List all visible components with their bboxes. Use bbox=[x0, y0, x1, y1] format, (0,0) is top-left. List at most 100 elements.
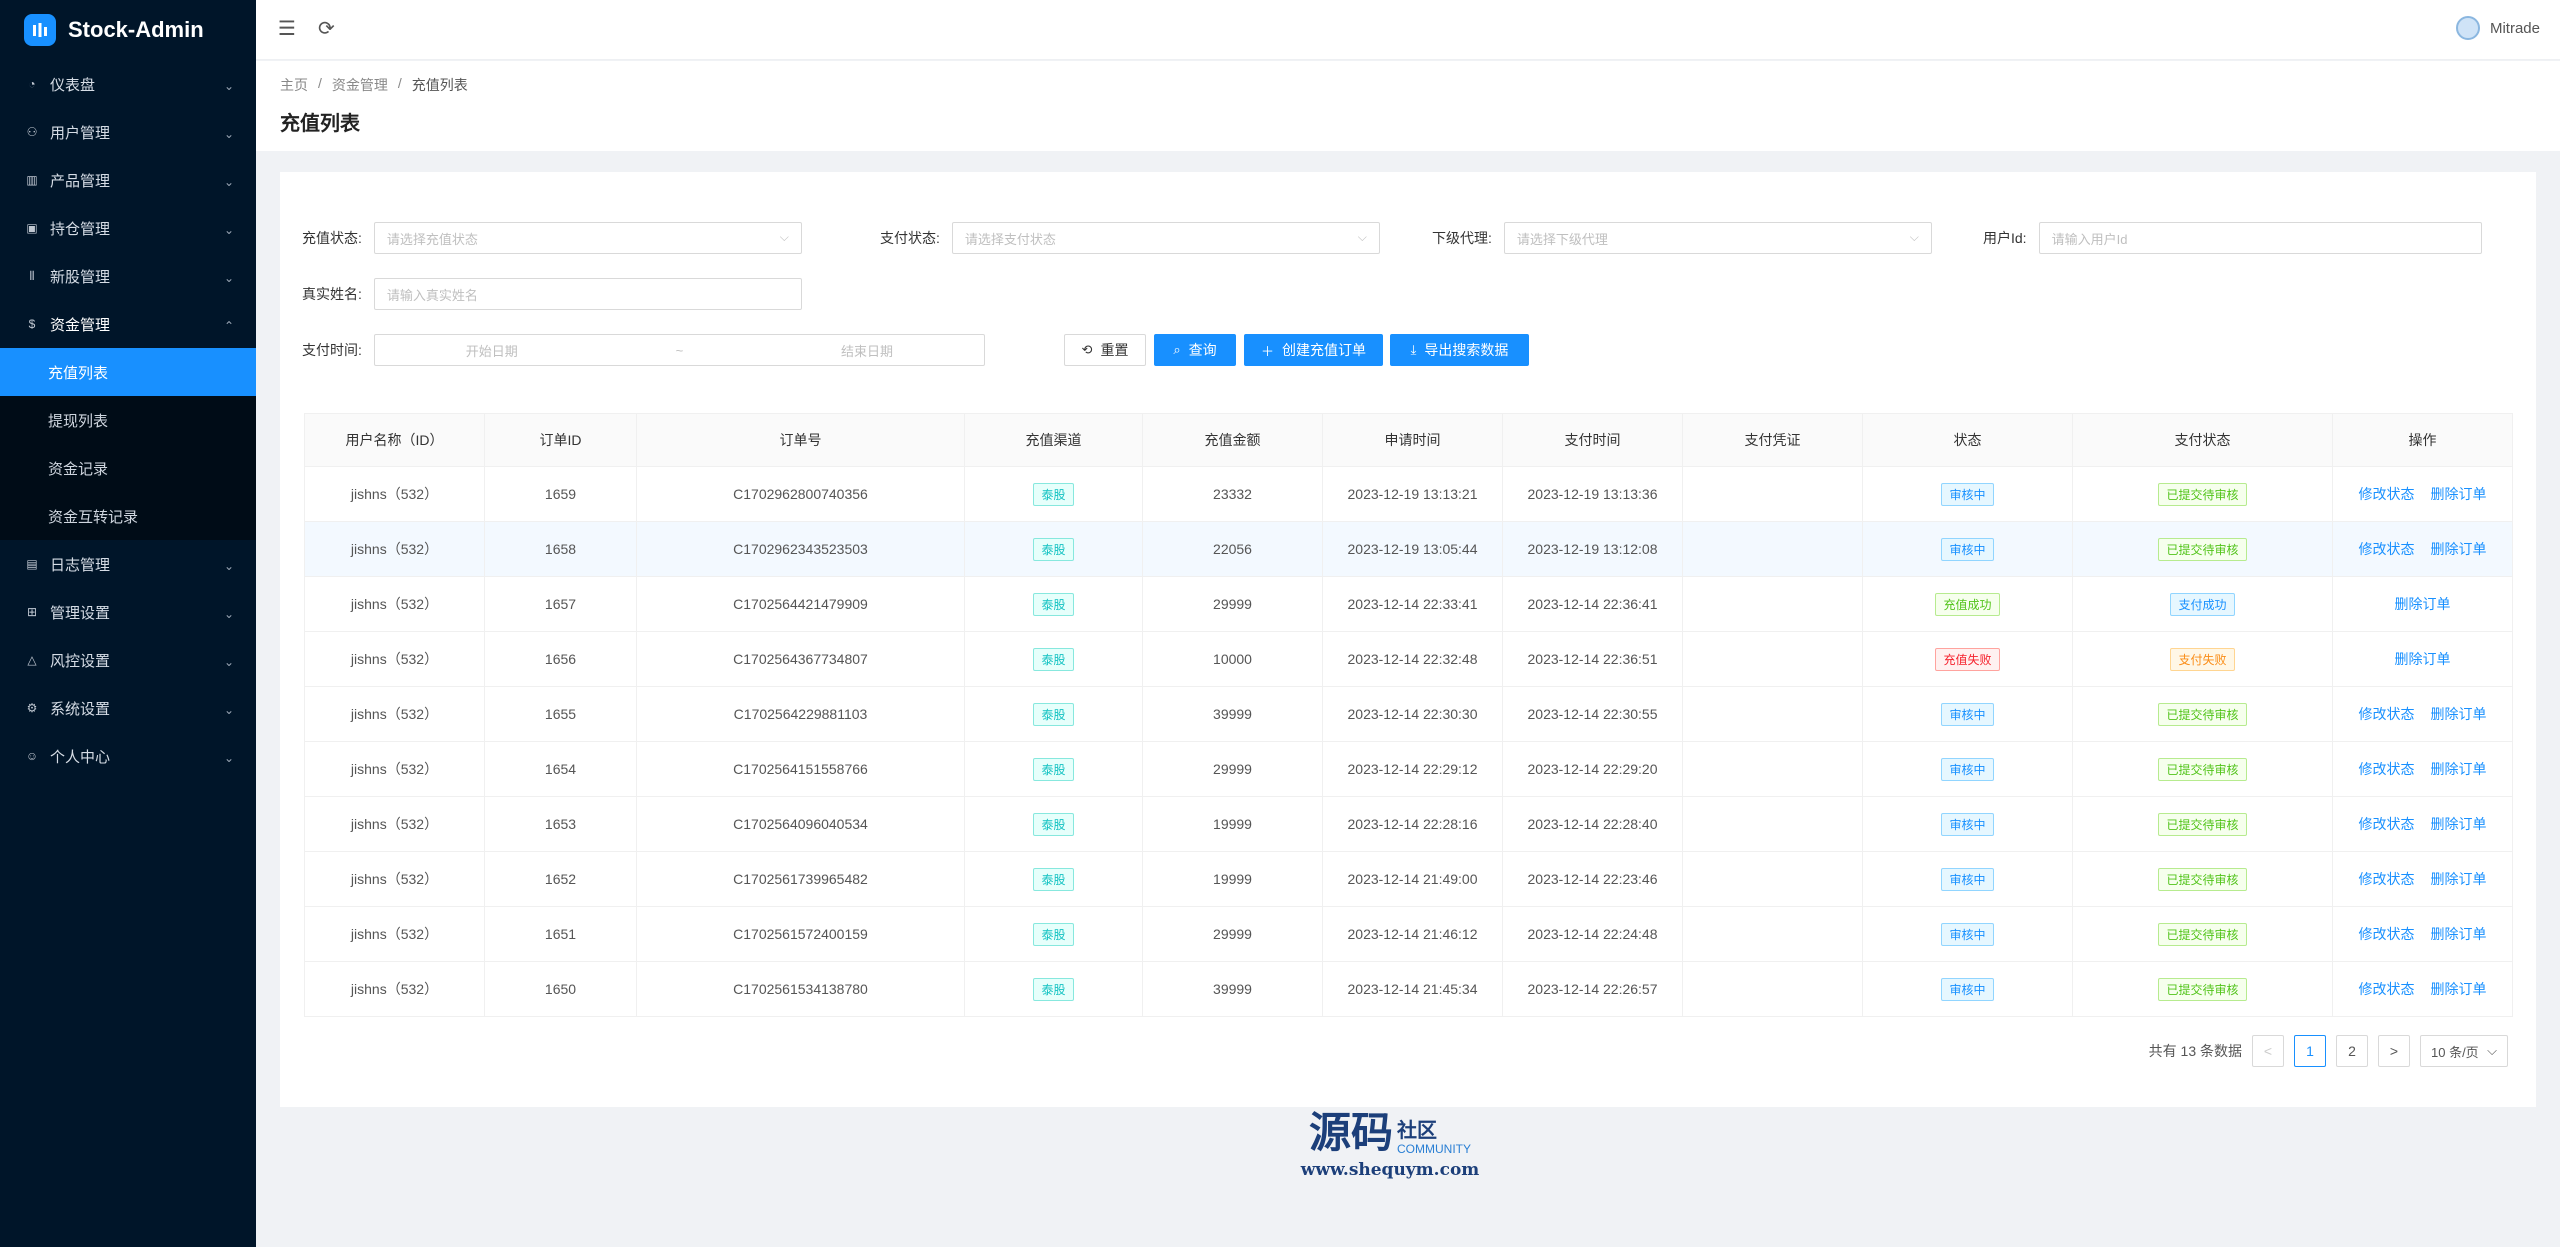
delete-order-link[interactable]: 删除订单 bbox=[2431, 981, 2487, 997]
edit-status-link[interactable]: 修改状态 bbox=[2359, 486, 2415, 502]
table-row[interactable]: jishns（532） 1653 C1702564096040534 泰股 19999 2… bbox=[304, 796, 2513, 852]
create-order-button[interactable]: ＋创建充值订单 bbox=[1244, 334, 1383, 366]
cell-status: 审核中 bbox=[1862, 961, 2073, 1017]
chevron-down-icon: ⌄ bbox=[224, 223, 235, 237]
cell-order-id: 1651 bbox=[484, 906, 637, 962]
delete-order-link[interactable]: 删除订单 bbox=[2431, 706, 2487, 722]
edit-status-link[interactable]: 修改状态 bbox=[2359, 541, 2415, 557]
sidebar-item-10[interactable]: ☺ 个人中心 ⌄ bbox=[0, 732, 256, 780]
table-row[interactable]: jishns（532） 1652 C1702561739965482 泰股 19999 2… bbox=[304, 851, 2513, 907]
chevron-down-icon: ⌵ bbox=[779, 230, 789, 244]
watermark: 源码 社区 COMMUNITY www.shequym.com bbox=[1290, 1110, 1490, 1181]
sidebar-item-9[interactable]: ⚙ 系统设置 ⌄ bbox=[0, 684, 256, 732]
submenu-item-2[interactable]: 资金记录 bbox=[0, 444, 256, 492]
edit-status-link[interactable]: 修改状态 bbox=[2359, 706, 2415, 722]
cell-channel: 泰股 bbox=[964, 576, 1143, 632]
table-header: 用户名称（ID） 订单ID 订单号 充值渠道 充值金额 申请时间 支付时间 支付凭证 状态 支付状… bbox=[304, 413, 2513, 467]
cell-pay-time: 2023-12-19 13:12:08 bbox=[1502, 521, 1683, 577]
delete-order-link[interactable]: 删除订单 bbox=[2431, 486, 2487, 502]
agent-select[interactable]: 请选择下级代理 ⌵ bbox=[1503, 222, 1932, 254]
table-row[interactable]: jishns（532） 1659 C1702962800740356 泰股 23332 2… bbox=[304, 466, 2513, 522]
reset-button[interactable]: ⟲ 重置 bbox=[1064, 334, 1146, 366]
table-row[interactable]: jishns（532） 1657 C1702564421479909 泰股 29999 2… bbox=[304, 576, 2513, 632]
page-1-button[interactable]: 1 bbox=[2294, 1035, 2326, 1067]
cell-user: jishns（532） bbox=[304, 741, 485, 797]
admin-settings-icon: ⊞ bbox=[26, 605, 38, 619]
sidebar-item-label: 资金管理 bbox=[50, 316, 111, 334]
submenu-item-1[interactable]: 提现列表 bbox=[0, 396, 256, 444]
delete-order-link[interactable]: 删除订单 bbox=[2395, 651, 2451, 667]
cell-order-id: 1656 bbox=[484, 631, 637, 687]
sidebar-item-2[interactable]: ▥ 产品管理 ⌄ bbox=[0, 156, 256, 204]
table-row[interactable]: jishns（532） 1651 C1702561572400159 泰股 29999 2… bbox=[304, 906, 2513, 962]
cell-order-no: C1702962343523503 bbox=[636, 521, 965, 577]
edit-status-link[interactable]: 修改状态 bbox=[2359, 926, 2415, 942]
cell-pay-time: 2023-12-14 22:23:46 bbox=[1502, 851, 1683, 907]
breadcrumb-funds[interactable]: 资金管理 bbox=[332, 75, 388, 95]
export-button[interactable]: ⤓ 导出搜索数据 bbox=[1390, 334, 1529, 366]
chevron-down-icon: ⌄ bbox=[224, 127, 235, 141]
submenu-item-0[interactable]: 充值列表 bbox=[0, 348, 256, 396]
cell-channel: 泰股 bbox=[964, 521, 1143, 577]
channel-tag: 泰股 bbox=[1033, 702, 1074, 726]
delete-order-link[interactable]: 删除订单 bbox=[2431, 926, 2487, 942]
submenu-item-3[interactable]: 资金互转记录 bbox=[0, 492, 256, 540]
table-row[interactable]: jishns（532） 1654 C1702564151558766 泰股 29999 2… bbox=[304, 741, 2513, 797]
sidebar-item-5[interactable]: $ 资金管理 ⌃ bbox=[0, 300, 256, 348]
delete-order-link[interactable]: 删除订单 bbox=[2431, 816, 2487, 832]
cell-user: jishns（532） bbox=[304, 961, 485, 1017]
user-menu[interactable]: Mitrade bbox=[2455, 16, 2540, 40]
user-id-field: 用户Id: 请输入用户Id bbox=[1983, 222, 2482, 254]
position-icon: ▣ bbox=[26, 221, 38, 235]
chevron-down-icon: ⌄ bbox=[224, 175, 235, 189]
end-date[interactable]: 结束日期 bbox=[841, 341, 893, 360]
pay-status-badge: 已提交待审核 bbox=[2158, 812, 2247, 836]
table-row[interactable]: jishns（532） 1655 C1702564229881103 泰股 39999 2… bbox=[304, 686, 2513, 742]
cell-pay-status: 已提交待审核 bbox=[2072, 961, 2333, 1017]
sidebar-item-6[interactable]: ▤ 日志管理 ⌄ bbox=[0, 540, 256, 588]
table-row[interactable]: jishns（532） 1656 C1702564367734807 泰股 10000 2… bbox=[304, 631, 2513, 687]
page-2-button[interactable]: 2 bbox=[2336, 1035, 2368, 1067]
delete-order-link[interactable]: 删除订单 bbox=[2395, 596, 2451, 612]
cell-pay-status: 已提交待审核 bbox=[2072, 686, 2333, 742]
table-row[interactable]: jishns（532） 1658 C1702962343523503 泰股 22056 2… bbox=[304, 521, 2513, 577]
edit-status-link[interactable]: 修改状态 bbox=[2359, 761, 2415, 777]
cell-order-id: 1652 bbox=[484, 851, 637, 907]
real-name-input[interactable]: 请输入真实姓名 bbox=[373, 278, 802, 310]
cell-pay-status: 已提交待审核 bbox=[2072, 521, 2333, 577]
next-page-button[interactable]: > bbox=[2378, 1035, 2410, 1067]
recharge-status-select[interactable]: 请选择充值状态 ⌵ bbox=[373, 222, 802, 254]
delete-order-link[interactable]: 删除订单 bbox=[2431, 761, 2487, 777]
channel-tag: 泰股 bbox=[1033, 482, 1074, 506]
logo[interactable]: Stock-Admin bbox=[0, 0, 256, 60]
delete-order-link[interactable]: 删除订单 bbox=[2431, 871, 2487, 887]
refresh-icon[interactable]: ⟳ bbox=[318, 16, 335, 41]
cell-user: jishns（532） bbox=[304, 631, 485, 687]
start-date[interactable]: 开始日期 bbox=[466, 341, 518, 360]
edit-status-link[interactable]: 修改状态 bbox=[2359, 981, 2415, 997]
menu-fold-icon[interactable]: ☰ bbox=[278, 16, 296, 41]
breadcrumb-home[interactable]: 主页 bbox=[280, 75, 308, 95]
real-name-field: 真实姓名: 请输入真实姓名 bbox=[302, 278, 802, 310]
pay-time-range[interactable]: 开始日期 ~ 结束日期 bbox=[373, 334, 985, 366]
prev-page-button[interactable]: < bbox=[2252, 1035, 2284, 1067]
user-id-input[interactable]: 请输入用户Id bbox=[2038, 222, 2482, 254]
delete-order-link[interactable]: 删除订单 bbox=[2431, 541, 2487, 557]
pay-status-badge: 已提交待审核 bbox=[2158, 757, 2247, 781]
page-size-select[interactable]: 10 条/页 ⌵ bbox=[2420, 1035, 2508, 1067]
cell-voucher bbox=[1682, 466, 1863, 522]
edit-status-link[interactable]: 修改状态 bbox=[2359, 871, 2415, 887]
sidebar-item-8[interactable]: △ 风控设置 ⌄ bbox=[0, 636, 256, 684]
sidebar-item-3[interactable]: ▣ 持仓管理 ⌄ bbox=[0, 204, 256, 252]
sidebar-item-7[interactable]: ⊞ 管理设置 ⌄ bbox=[0, 588, 256, 636]
sidebar-item-label: 持仓管理 bbox=[50, 220, 111, 238]
edit-status-link[interactable]: 修改状态 bbox=[2359, 816, 2415, 832]
sidebar-item-0[interactable]: ◔ 仪表盘 ⌄ bbox=[0, 60, 256, 108]
sidebar-item-4[interactable]: ⦀ 新股管理 ⌄ bbox=[0, 252, 256, 300]
query-button[interactable]: ⌕ 查询 bbox=[1154, 334, 1236, 366]
sidebar-item-1[interactable]: ⚇ 用户管理 ⌄ bbox=[0, 108, 256, 156]
cell-user: jishns（532） bbox=[304, 576, 485, 632]
pay-status-select[interactable]: 请选择支付状态 ⌵ bbox=[951, 222, 1380, 254]
table-row[interactable]: jishns（532） 1650 C1702561534138780 泰股 39999 2… bbox=[304, 961, 2513, 1017]
cell-actions: 修改状态 删除订单 bbox=[2332, 906, 2513, 962]
